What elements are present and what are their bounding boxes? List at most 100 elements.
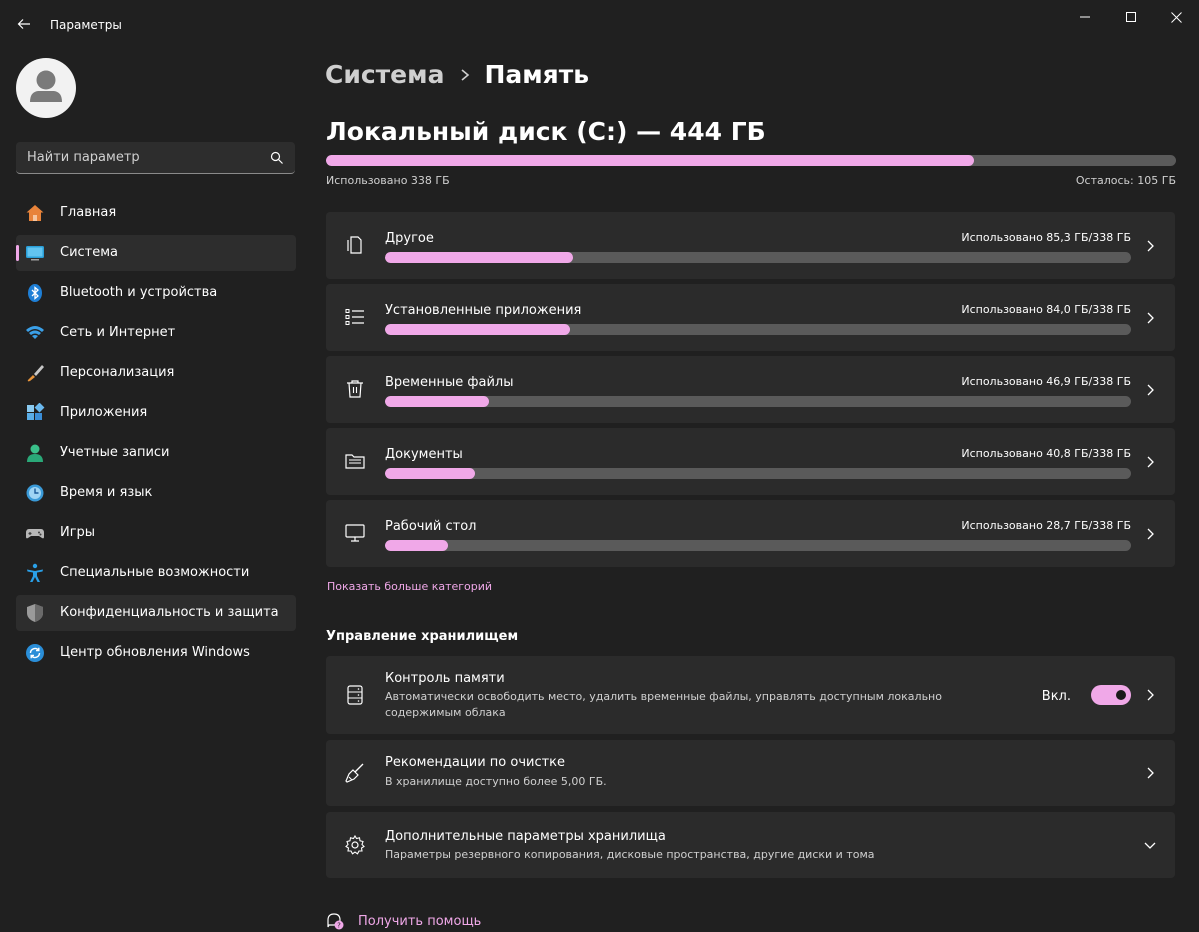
sidebar-item-network[interactable]: Сеть и Интернет	[16, 315, 296, 351]
category-usage-bar	[385, 324, 1131, 335]
gamepad-icon	[26, 529, 44, 539]
category-usage-fill	[385, 468, 476, 479]
sidebar-item-label: Персонализация	[60, 365, 175, 380]
sidebar-item-privacy[interactable]: Конфиденциальность и защита	[16, 595, 296, 631]
category-card-desktop[interactable]: Рабочий стол Использовано 28,7 ГБ/338 ГБ	[326, 500, 1175, 567]
sidebar-nav: Главная Система Bluetooth и устройства С…	[16, 195, 296, 675]
sidebar-item-gaming[interactable]: Игры	[16, 515, 296, 551]
brush-icon	[27, 365, 44, 382]
breadcrumb-separator-icon	[460, 68, 470, 82]
category-card-other[interactable]: Другое Использовано 85,3 ГБ/338 ГБ	[326, 212, 1175, 279]
search-input[interactable]	[16, 142, 256, 173]
sidebar-item-accounts[interactable]: Учетные записи	[16, 435, 296, 471]
storage-drive-icon	[347, 685, 363, 705]
storage-sense-title: Контроль памяти	[385, 671, 505, 686]
advanced-storage-settings-card[interactable]: Дополнительные параметры хранилища Парам…	[326, 812, 1175, 878]
chevron-down-icon	[1144, 842, 1156, 849]
storage-sense-card[interactable]: Контроль памяти Автоматически освободить…	[326, 656, 1175, 734]
disk-usage-bar	[326, 155, 1176, 166]
search-icon[interactable]	[269, 150, 285, 166]
category-usage-fill	[385, 540, 449, 551]
show-more-categories-link[interactable]: Показать больше категорий	[327, 580, 492, 593]
sidebar-item-home[interactable]: Главная	[16, 195, 296, 231]
back-button[interactable]	[10, 10, 38, 38]
category-usage-bar	[385, 540, 1131, 551]
sidebar-item-label: Сеть и Интернет	[60, 325, 176, 340]
category-card-temp-files[interactable]: Временные файлы Использовано 46,9 ГБ/338…	[326, 356, 1175, 423]
accounts-icon	[27, 444, 43, 462]
category-usage-fill	[385, 324, 570, 335]
storage-sense-description: Автоматически освободить место, удалить …	[385, 690, 942, 719]
toggle-knob	[1116, 690, 1126, 700]
category-used-label: Использовано 28,7 ГБ/338 ГБ	[961, 519, 1131, 532]
update-icon	[26, 644, 44, 662]
category-card-installed-apps[interactable]: Установленные приложения Использовано 84…	[326, 284, 1175, 351]
breadcrumb-parent-link[interactable]: Система	[325, 60, 444, 89]
sidebar-item-bluetooth[interactable]: Bluetooth и устройства	[16, 275, 296, 311]
sidebar-item-label: Время и язык	[60, 485, 153, 500]
category-used-label: Использовано 84,0 ГБ/338 ГБ	[961, 303, 1131, 316]
cleanup-recommendations-card[interactable]: Рекомендации по очистке В хранилище дост…	[326, 740, 1175, 806]
shield-icon	[27, 604, 43, 622]
chevron-right-icon	[1147, 384, 1154, 396]
help-icon: ?	[327, 913, 344, 930]
maximize-icon	[1126, 12, 1136, 22]
sidebar-item-label: Приложения	[60, 405, 148, 420]
sidebar-item-label: Центр обновления Windows	[60, 645, 250, 660]
cleanup-title: Рекомендации по очистке	[385, 755, 566, 770]
user-avatar-icon	[30, 70, 62, 102]
sidebar-item-label: Главная	[60, 205, 117, 220]
category-usage-bar	[385, 468, 1131, 479]
sidebar-item-label: Система	[60, 245, 119, 260]
page-title: Память	[484, 60, 590, 89]
category-usage-bar	[385, 252, 1131, 263]
svg-text:?: ?	[337, 922, 341, 930]
bluetooth-icon	[28, 284, 42, 302]
time-language-icon	[26, 484, 44, 502]
minimize-button[interactable]	[1062, 0, 1108, 34]
app-title: Параметры	[50, 18, 122, 32]
app-list-icon	[345, 309, 364, 325]
category-card-documents[interactable]: Документы Использовано 40,8 ГБ/338 ГБ	[326, 428, 1175, 495]
sidebar-item-label: Учетные записи	[60, 445, 170, 460]
folder-icon	[345, 454, 365, 469]
category-usage-fill	[385, 396, 489, 407]
category-name: Рабочий стол	[385, 519, 477, 534]
storage-sense-toggle[interactable]	[1091, 685, 1131, 705]
sidebar-item-system[interactable]: Система	[16, 235, 296, 271]
user-avatar[interactable]	[16, 58, 76, 118]
category-usage-bar	[385, 396, 1131, 407]
maximize-button[interactable]	[1108, 0, 1154, 34]
disk-free-label: Осталось: 105 ГБ	[1075, 174, 1176, 187]
category-used-label: Использовано 85,3 ГБ/338 ГБ	[961, 231, 1131, 244]
category-name: Установленные приложения	[385, 303, 582, 318]
category-name: Документы	[385, 447, 463, 462]
minimize-icon	[1080, 16, 1090, 18]
get-help-link[interactable]: ? Получить помощь	[326, 912, 481, 930]
sidebar-item-personalization[interactable]: Персонализация	[16, 355, 296, 391]
toggle-state-label: Вкл.	[1041, 689, 1071, 704]
category-name: Временные файлы	[385, 375, 514, 390]
monitor-icon	[345, 524, 365, 542]
apps-icon	[27, 403, 45, 420]
sidebar-item-windows-update[interactable]: Центр обновления Windows	[16, 635, 296, 671]
wifi-icon	[26, 326, 44, 339]
category-name: Другое	[385, 231, 434, 246]
sidebar-item-time-language[interactable]: Время и язык	[16, 475, 296, 511]
cleanup-description: В хранилище доступно более 5,00 ГБ.	[385, 775, 607, 788]
breadcrumb: Система Память	[325, 60, 589, 89]
sidebar-item-label: Специальные возможности	[60, 565, 250, 580]
chevron-right-icon	[1147, 689, 1154, 701]
sidebar-item-label: Конфиденциальность и защита	[60, 605, 279, 620]
advanced-settings-title: Дополнительные параметры хранилища	[385, 829, 666, 844]
back-arrow-icon	[17, 19, 30, 29]
search-box[interactable]	[16, 142, 295, 174]
sidebar-item-accessibility[interactable]: Специальные возможности	[16, 555, 296, 591]
close-button[interactable]	[1153, 0, 1199, 34]
sidebar-item-label: Игры	[60, 525, 96, 540]
accessibility-icon	[27, 563, 43, 582]
chevron-right-icon	[1147, 312, 1154, 324]
gear-icon	[345, 834, 365, 855]
advanced-settings-description: Параметры резервного копирования, дисков…	[385, 848, 875, 861]
sidebar-item-apps[interactable]: Приложения	[16, 395, 296, 431]
